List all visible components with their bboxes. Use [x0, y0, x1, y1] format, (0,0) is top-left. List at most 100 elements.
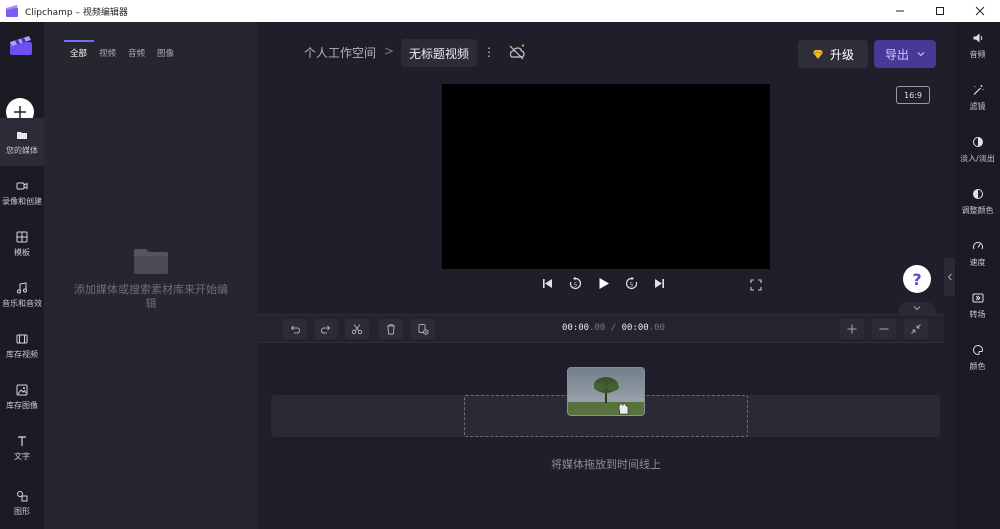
close-button[interactable]: [960, 0, 1000, 22]
collapse-help-handle[interactable]: [898, 302, 936, 314]
panel-item-label: 滤镜: [969, 102, 986, 111]
tab-video[interactable]: 视频: [93, 45, 122, 59]
help-button[interactable]: ?: [903, 265, 931, 293]
video-title-field[interactable]: 无标题视频: [401, 39, 478, 67]
speaker-icon: [973, 33, 982, 43]
collapse-arrows-icon: [911, 324, 921, 334]
skip-to-end-icon[interactable]: [652, 276, 667, 291]
close-icon: [975, 6, 985, 16]
window-title: Clipchamp – 视频编辑器: [25, 7, 128, 18]
maximize-button[interactable]: [920, 0, 960, 22]
clipchamp-app-icon: [6, 5, 18, 17]
zoom-in-button[interactable]: [840, 319, 864, 339]
film-icon: [16, 334, 28, 343]
trash-icon: [387, 324, 395, 335]
media-tabs: 全部 视频 音频 图像: [64, 45, 180, 59]
fit-timeline-button[interactable]: [904, 319, 928, 339]
more-options-button[interactable]: ⋮: [483, 45, 495, 59]
rewind-5s-icon[interactable]: 5: [568, 276, 583, 291]
upgrade-button[interactable]: 升级: [798, 40, 868, 68]
panel-item-label: 速度: [969, 258, 986, 267]
diamond-icon: [812, 49, 823, 59]
timeline-toolbar: 00:00.00 / 00:00.00: [258, 314, 944, 343]
video-camera-icon: [16, 182, 28, 189]
timecode-divider: /: [605, 323, 622, 333]
svg-text:5: 5: [574, 283, 578, 289]
panel-item-label: 音频: [969, 50, 986, 59]
breadcrumb-workspace[interactable]: 个人工作空间: [304, 44, 376, 61]
video-preview-canvas: [442, 84, 770, 269]
minus-icon: [879, 328, 889, 330]
nav-item-record-create[interactable]: 录像和创建: [0, 169, 44, 217]
tab-images[interactable]: 图像: [151, 45, 180, 59]
chevron-down-icon: [917, 52, 925, 57]
nav-item-label: 库存视频: [6, 349, 38, 359]
left-nav-rail: 您的媒体 录像和创建 模板 音乐和音效 库存视频 库存图像 文字 图形: [0, 22, 44, 529]
panel-item-label: 淡入/淡出: [960, 154, 995, 163]
delete-button[interactable]: [379, 319, 403, 339]
aspect-ratio-button[interactable]: 16:9: [896, 86, 930, 104]
collapse-properties-handle[interactable]: [944, 258, 955, 296]
minimize-icon: [896, 10, 904, 12]
panel-item-audio[interactable]: 音频: [955, 24, 1000, 68]
fade-icon: [972, 137, 983, 147]
tab-audio[interactable]: 音频: [122, 45, 151, 59]
music-icon: [17, 281, 27, 293]
media-empty-message: 添加媒体或搜索素材库来开始编辑: [74, 283, 228, 310]
panel-item-speed[interactable]: 速度: [955, 232, 1000, 276]
maximize-icon: [936, 7, 944, 15]
image-icon: [16, 384, 28, 395]
nav-item-your-media[interactable]: 您的媒体: [0, 118, 44, 166]
nav-item-label: 库存图像: [6, 400, 38, 410]
export-button[interactable]: 导出: [874, 40, 936, 68]
panel-item-adjust-colors[interactable]: 调整颜色: [955, 180, 1000, 224]
panel-item-label: 颜色: [969, 362, 986, 371]
scissors-icon: [351, 324, 363, 335]
nav-item-text[interactable]: 文字: [0, 424, 44, 472]
fullscreen-icon[interactable]: [750, 279, 762, 291]
panel-item-fade[interactable]: 淡入/淡出: [955, 128, 1000, 172]
nav-item-music-sfx[interactable]: 音乐和音效: [0, 271, 44, 319]
total-time: 00:00: [621, 323, 649, 333]
play-icon[interactable]: [596, 276, 611, 291]
magic-wand-icon: [973, 85, 983, 95]
panel-item-transitions[interactable]: 转场: [955, 284, 1000, 328]
media-empty-state: 添加媒体或搜索素材库来开始编辑: [44, 247, 258, 311]
split-button[interactable]: [345, 319, 369, 339]
add-to-timeline-button[interactable]: [411, 319, 435, 339]
tab-all[interactable]: 全部: [64, 45, 93, 59]
undo-button[interactable]: [283, 319, 307, 339]
panel-item-filters[interactable]: 滤镜: [955, 76, 1000, 120]
timecode-display: 00:00.00 / 00:00.00: [562, 323, 665, 333]
nav-item-label: 图形: [14, 506, 30, 516]
skip-to-start-icon[interactable]: [540, 276, 555, 291]
forward-5s-icon[interactable]: 5: [624, 276, 639, 291]
upgrade-label: 升级: [829, 47, 854, 62]
minimize-button[interactable]: [880, 0, 920, 22]
nav-item-stock-images[interactable]: 库存图像: [0, 373, 44, 421]
shapes-icon: [17, 490, 28, 501]
chevron-left-icon: [947, 273, 952, 281]
empty-folder-icon: [134, 249, 168, 274]
current-time-fraction: .00: [589, 323, 606, 333]
active-tab-indicator: [64, 40, 94, 42]
redo-icon: [320, 325, 331, 334]
redo-button[interactable]: [314, 319, 338, 339]
nav-item-label: 模板: [14, 247, 30, 257]
zoom-out-button[interactable]: [872, 319, 896, 339]
panel-item-color[interactable]: 颜色: [955, 336, 1000, 380]
nav-item-graphics[interactable]: 图形: [0, 481, 44, 525]
cloud-sync-off-icon[interactable]: [507, 43, 527, 61]
nav-item-stock-video[interactable]: 库存视频: [0, 322, 44, 370]
nav-item-label: 音乐和音效: [2, 298, 42, 308]
plus-icon: [14, 106, 26, 118]
window-titlebar: Clipchamp – 视频编辑器: [0, 0, 1000, 22]
media-panel: 全部 视频 音频 图像 添加媒体或搜索素材库来开始编辑: [44, 22, 258, 529]
nav-item-templates[interactable]: 模板: [0, 220, 44, 268]
panel-item-label: 调整颜色: [961, 206, 994, 215]
nav-item-label: 录像和创建: [2, 196, 42, 206]
text-icon: [18, 435, 26, 446]
total-time-fraction: .00: [648, 323, 665, 333]
panel-item-label: 转场: [969, 310, 986, 319]
properties-rail: 音频 滤镜 淡入/淡出 调整颜色 速度 转场 颜色: [955, 22, 1000, 529]
